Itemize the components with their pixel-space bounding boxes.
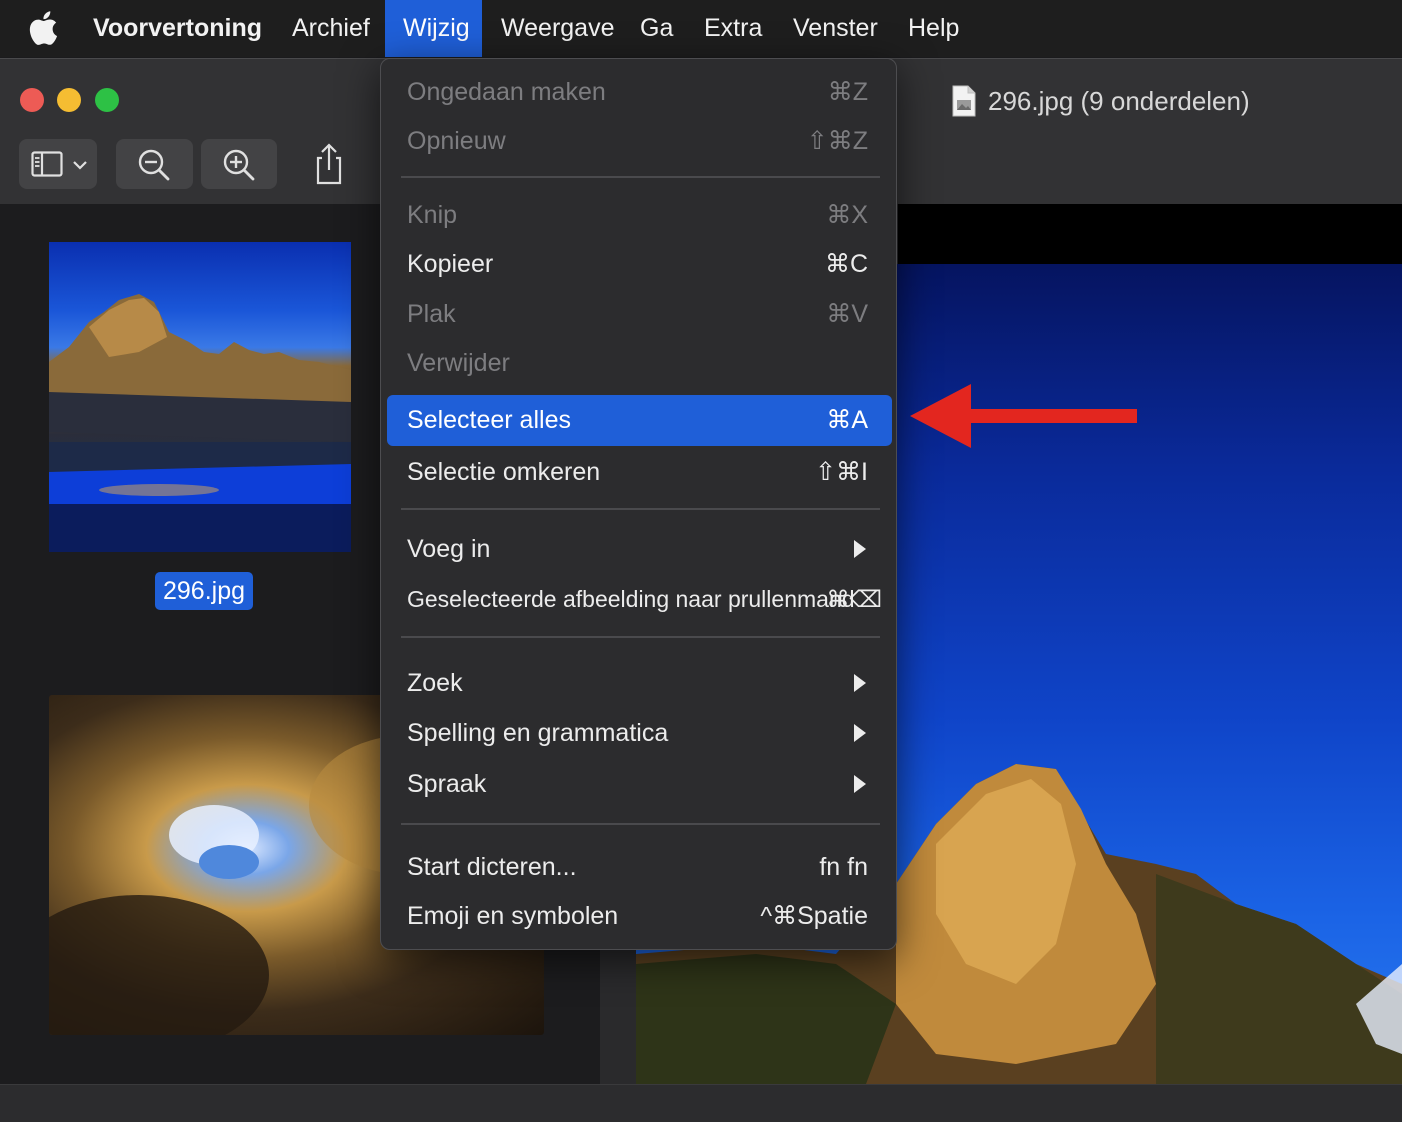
cloud-graphic [49,895,269,1035]
menu-item-spelling-en-grammatica[interactable]: Spelling en grammatica [387,708,892,758]
menu-item-label: Zoek [407,669,463,697]
document-icon [952,85,976,117]
window-title-text: 296.jpg (9 onderdelen) [988,85,1250,116]
menu-item-label: Spelling en grammatica [407,719,669,747]
menu-item-label: Opnieuw [407,127,506,155]
zoom-out-button[interactable] [116,139,193,189]
menu-item-kopieer[interactable]: Kopieer ⌘C [387,239,892,289]
menu-help[interactable]: Help [890,0,977,57]
menu-item-knip[interactable]: Knip ⌘X [387,190,892,240]
menu-app-name[interactable]: Voorvertoning [75,0,280,57]
menu-separator [401,176,880,178]
menu-separator [401,636,880,638]
submenu-arrow-icon [854,540,866,558]
menu-item-shortcut: ⌘⌫ [826,586,882,612]
submenu-arrow-icon [854,674,866,692]
menu-item-label: Verwijder [407,349,510,377]
menu-item-shortcut: ⇧⌘I [815,458,868,486]
window-title: 296.jpg (9 onderdelen) [952,81,1250,121]
menu-item-shortcut: ⌘Z [827,78,868,106]
menu-item-label: Ongedaan maken [407,78,606,106]
menu-separator [401,508,880,510]
sidebar-toggle-button[interactable] [19,139,97,189]
sky-graphic [199,845,259,879]
menu-item-shortcut: ⌘X [826,201,868,229]
share-icon [316,143,342,185]
menu-item-voeg-in[interactable]: Voeg in [387,524,892,574]
submenu-arrow-icon [854,775,866,793]
apple-icon[interactable] [28,11,58,45]
menu-venster[interactable]: Venster [775,0,896,57]
menu-item-label: Knip [407,201,458,229]
menu-weergave[interactable]: Weergave [483,0,633,57]
menu-item-verwijder[interactable]: Verwijder [387,338,892,388]
menu-bar: Voorvertoning Archief Wijzig Weergave Ga… [0,0,1402,57]
thumbnail-landscape-graphic [49,294,351,552]
menu-item-ongedaan-maken[interactable]: Ongedaan maken ⌘Z [387,67,892,117]
menu-item-selecteer-alles[interactable]: Selecteer alles ⌘A [387,395,892,446]
menu-item-emoji-en-symbolen[interactable]: Emoji en symbolen ^⌘Spatie [387,891,892,941]
menu-item-label: Emoji en symbolen [407,902,619,930]
menu-item-start-dicteren[interactable]: Start dicteren... fn fn [387,842,892,892]
menu-item-plak[interactable]: Plak ⌘V [387,289,892,339]
menu-item-label: Kopieer [407,250,494,278]
menu-item-label: Voeg in [407,535,491,563]
zoom-in-icon [223,149,255,181]
zoom-in-button[interactable] [201,139,277,189]
menu-item-naar-prullenmand[interactable]: Geselecteerde afbeelding naar prullenman… [387,574,892,624]
annotation-arrow-icon [910,384,1137,448]
menu-item-label: Plak [407,300,456,328]
menu-archief[interactable]: Archief [274,0,388,57]
submenu-arrow-icon [854,724,866,742]
menu-item-shortcut: ^⌘Spatie [760,902,868,930]
thumbnail-filename-label[interactable]: 296.jpg [155,572,254,610]
menu-item-label: Spraak [407,770,487,798]
menu-item-shortcut: ⇧⌘Z [806,127,868,155]
menu-item-shortcut: ⌘C [824,250,868,278]
edit-menu-dropdown: Ongedaan maken ⌘Z Opnieuw ⇧⌘Z Knip ⌘X Ko… [380,58,897,950]
menu-item-label: Selectie omkeren [407,458,601,486]
close-window-button[interactable] [20,88,44,112]
menu-item-zoek[interactable]: Zoek [387,658,892,708]
menu-separator [401,823,880,825]
menu-item-selectie-omkeren[interactable]: Selectie omkeren ⇧⌘I [387,447,892,497]
minimize-window-button[interactable] [57,88,81,112]
menu-item-shortcut: ⌘V [826,300,868,328]
status-bar [0,1084,1402,1122]
chevron-down-icon [73,161,87,170]
menu-item-shortcut: fn fn [819,853,868,881]
sidebar-icon [31,151,63,177]
zoom-out-icon [138,149,170,181]
menu-ga[interactable]: Ga [622,0,691,57]
menu-item-label: Geselecteerde afbeelding naar prullenman… [407,586,855,612]
menu-extra[interactable]: Extra [686,0,780,57]
menu-item-label: Selecteer alles [407,406,571,434]
maximize-window-button[interactable] [95,88,119,112]
menu-item-shortcut: ⌘A [826,406,868,434]
menu-wijzig[interactable]: Wijzig [385,0,482,57]
thumbnail-image-selected[interactable] [49,242,351,552]
main-image-top-band [898,204,1402,264]
menu-item-opnieuw[interactable]: Opnieuw ⇧⌘Z [387,116,892,166]
menu-item-label: Start dicteren... [407,853,577,881]
menu-item-spraak[interactable]: Spraak [387,759,892,809]
share-button[interactable] [305,139,353,189]
